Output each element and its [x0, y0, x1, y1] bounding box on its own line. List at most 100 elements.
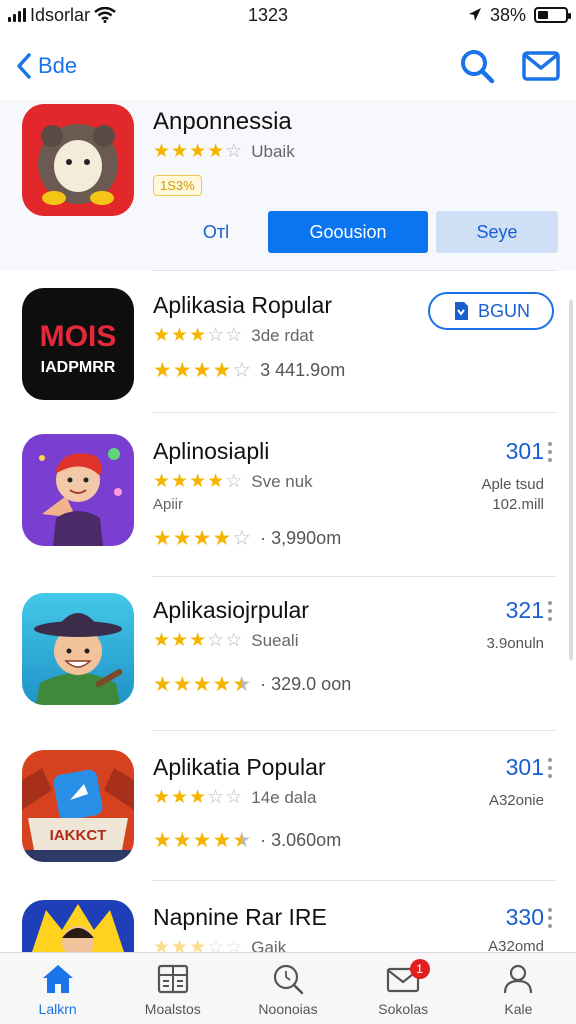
rating-row: ★★★★☆ Sve nuk — [153, 470, 313, 493]
star-icon: ★ — [192, 829, 213, 852]
search-icon[interactable] — [458, 47, 496, 85]
star-icon: ★ — [189, 630, 208, 651]
tab-label: Lalkrn — [38, 1001, 77, 1017]
tab-profile[interactable]: Kale — [461, 953, 576, 1024]
divider — [152, 730, 556, 731]
app-subtitle: Apiir — [153, 496, 184, 513]
rating-meta: Sve nuk — [251, 471, 313, 491]
app-stats: 301 Aple tsud 102.mill — [481, 438, 544, 514]
app-icon[interactable] — [22, 593, 134, 705]
tab-label: Sokolas — [378, 1001, 429, 1017]
primary-button[interactable]: Goousion — [268, 211, 428, 253]
scrollbar[interactable] — [569, 300, 573, 660]
icon-text: IADPMRR — [41, 359, 116, 376]
star-rating: ★★★★☆ — [153, 526, 252, 551]
download-row: ★★★★☆ · 3,990om — [153, 526, 341, 551]
star-icon: ★ — [171, 471, 190, 492]
back-button[interactable]: Bde — [16, 52, 77, 80]
tab-search[interactable]: Noonoias — [230, 953, 345, 1024]
app-stat-line: 3.9onuln — [486, 635, 544, 652]
battery-percent: 38% — [489, 4, 526, 25]
app-stat-line: Aple tsud — [481, 476, 544, 493]
app-title[interactable]: Aplikasiojrpular — [153, 597, 309, 624]
app-title[interactable]: Napnine Rar IRE — [153, 904, 327, 931]
star-icon: ★ — [232, 673, 253, 696]
chevron-left-icon — [17, 53, 31, 79]
more-icon[interactable] — [548, 442, 552, 462]
star-icon: ★ — [212, 829, 233, 852]
star-icon: ★ — [153, 829, 173, 852]
user-icon — [504, 964, 533, 994]
star-icon: ★ — [192, 527, 213, 550]
star-icon: ★ — [189, 325, 208, 346]
more-icon[interactable] — [548, 601, 552, 621]
app-score: 321 — [505, 597, 544, 623]
rating-row: ★★★☆☆ Sueali — [153, 629, 299, 652]
app-icon-featured[interactable] — [22, 104, 134, 216]
star-icon: ★ — [171, 630, 190, 651]
star-icon: ★ — [153, 630, 172, 651]
app-title[interactable]: Aplikasia Ropular — [153, 292, 332, 319]
app-title[interactable]: Aplikatia Popular — [153, 754, 326, 781]
app-icon[interactable] — [22, 900, 134, 952]
divider — [152, 412, 556, 413]
more-icon[interactable] — [548, 908, 552, 928]
rating-row: ★★★☆☆ 14e dala — [153, 786, 316, 809]
tab-label: Noonoias — [258, 1001, 318, 1017]
star-rating: ★★★★★ — [153, 672, 252, 697]
more-icon[interactable] — [548, 758, 552, 778]
download-count: · 3.060om — [260, 830, 342, 850]
app-icon[interactable]: MOIS IADPMRR — [22, 288, 134, 400]
text-button[interactable]: Oтl — [170, 212, 262, 252]
mail-icon[interactable] — [522, 50, 560, 82]
star-icon: ★ — [171, 325, 190, 346]
app-stats: 330 A32omd — [488, 904, 544, 957]
star-rating: ★★★☆☆ — [153, 786, 243, 809]
app-icon[interactable] — [22, 434, 134, 546]
app-title[interactable]: Anponnessia — [153, 108, 292, 136]
discount-badge: 1S3% — [153, 175, 202, 196]
star-icon: ★ — [153, 787, 172, 808]
star-rating: ★★★★☆ — [153, 140, 243, 163]
star-icon: ☆ — [225, 630, 244, 651]
divider — [152, 880, 556, 881]
star-rating: ★★★★☆ — [153, 358, 252, 383]
search-icon — [273, 964, 304, 995]
download-icon — [454, 302, 468, 320]
star-rating: ★★★★★ — [153, 828, 252, 853]
star-icon: ★ — [171, 787, 190, 808]
star-icon: ★ — [153, 141, 172, 162]
download-count: 3 441.9om — [260, 360, 346, 380]
get-button[interactable]: BGUN — [428, 292, 554, 330]
app-stat-line: A32onie — [488, 792, 544, 809]
rating-meta: 14e dala — [251, 787, 317, 807]
icon-text: IAKKCT — [50, 827, 107, 844]
star-icon: ★ — [232, 829, 253, 852]
star-icon: ★ — [153, 359, 173, 382]
grid-icon — [157, 964, 188, 994]
download-row: ★★★★★ · 329.0 oon — [153, 672, 351, 697]
star-icon: ★ — [171, 141, 190, 162]
divider — [152, 576, 556, 577]
download-row: ★★★★★ · 3.060om — [153, 828, 341, 853]
star-icon: ☆ — [225, 141, 244, 162]
back-label: Bde — [38, 53, 78, 78]
star-icon: ☆ — [207, 325, 226, 346]
tab-inbox[interactable]: 1 Sokolas — [346, 953, 461, 1024]
app-score: 301 — [505, 438, 544, 464]
tab-home[interactable]: Lalkrn — [0, 953, 115, 1024]
app-icon[interactable]: IAKKCT — [22, 750, 134, 862]
star-rating: ★★★☆☆ — [153, 324, 243, 347]
rating-meta: 3de rdat — [251, 325, 314, 345]
tab-grid[interactable]: Moalstos — [115, 953, 230, 1024]
star-icon: ★ — [172, 829, 193, 852]
rating-row: ★★★☆☆ 3de rdat — [153, 324, 314, 347]
app-stats: 301 A32onie — [489, 754, 544, 811]
app-score: 301 — [505, 754, 544, 780]
app-title[interactable]: Aplinosiapli — [153, 438, 269, 465]
star-icon: ★ — [153, 471, 172, 492]
star-icon: ★ — [207, 141, 226, 162]
rating-row: ★★★★☆ Ubaik — [153, 140, 295, 163]
secondary-button[interactable]: Seye — [436, 211, 558, 253]
star-icon: ★ — [212, 359, 233, 382]
